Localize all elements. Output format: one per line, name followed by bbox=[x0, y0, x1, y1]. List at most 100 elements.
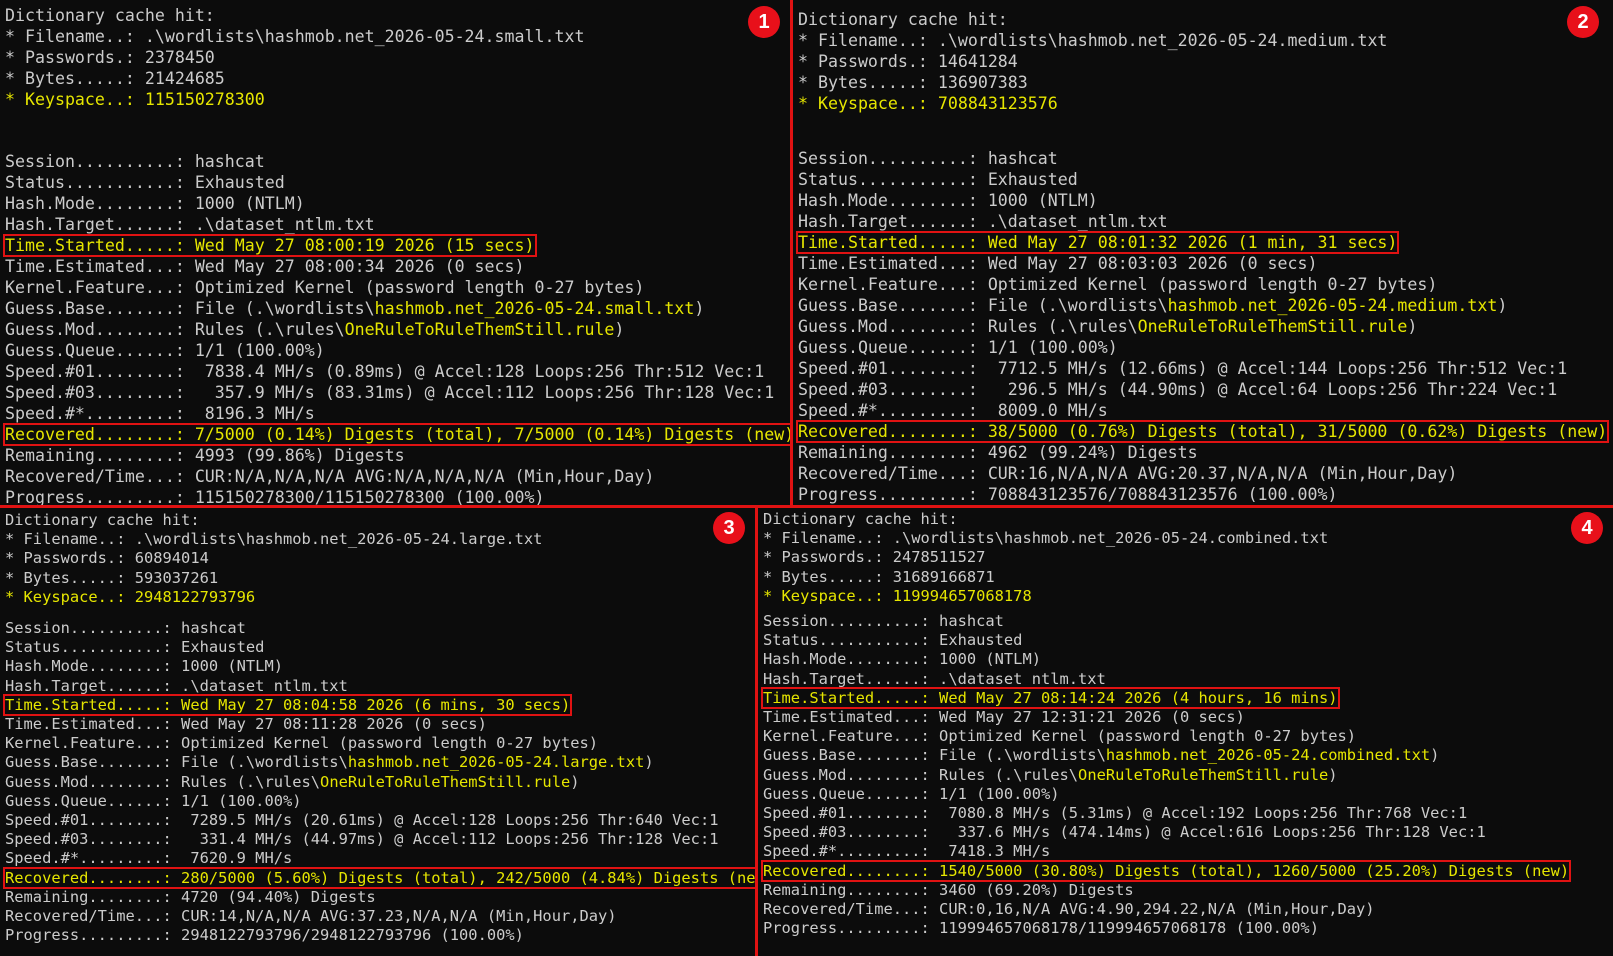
filename-line: * Filename..: .\wordlists\hashmob.net_20… bbox=[5, 530, 542, 549]
time-estimated-line: Time.Estimated...: Wed May 27 08:11:28 2… bbox=[5, 715, 487, 734]
hash-target-line: Hash.Target......: .\dataset_ntlm.txt bbox=[5, 214, 375, 235]
kernel-feature-line: Kernel.Feature...: Optimized Kernel (pas… bbox=[5, 734, 598, 753]
session-text: Session..........: hashcat bbox=[5, 152, 265, 171]
hash-mode-line: Hash.Mode........: 1000 (NTLM) bbox=[5, 193, 305, 214]
speed-all-line: Speed.#*.........: 8196.3 MH/s bbox=[5, 403, 315, 424]
guess-base-label: Guess.Base.......: File (.\wordlists\ bbox=[798, 296, 1168, 315]
recovered-time-text: Recovered/Time...: CUR:16,N/A,N/A AVG:20… bbox=[798, 464, 1458, 483]
guess-mod-label: Guess.Mod........: Rules (.\rules\ bbox=[5, 772, 321, 791]
status-text: Status...........: Exhausted bbox=[5, 638, 265, 657]
guess-base-line: Guess.Base.......: File (.\wordlists\has… bbox=[5, 753, 654, 772]
guess-mod-line: Guess.Mod........: Rules (.\rules\OneRul… bbox=[798, 316, 1417, 337]
filename-text: * Filename..: .\wordlists\hashmob.net_20… bbox=[5, 27, 585, 46]
time-estimated-text: Time.Estimated...: Wed May 27 08:00:34 2… bbox=[5, 257, 525, 276]
recovered-time-text: Recovered/Time...: CUR:N/A,N/A,N/A AVG:N… bbox=[5, 467, 655, 486]
closing-paren: ) bbox=[1430, 746, 1440, 765]
keyspace-line: * Keyspace..: 2948122793796 bbox=[5, 588, 255, 607]
guess-base-filename: hashmob.net_2026-05-24.small.txt bbox=[374, 299, 695, 318]
speed-03-text: Speed.#03........: 357.9 MH/s (83.31ms) … bbox=[5, 383, 775, 402]
filename-text: * Filename..: .\wordlists\hashmob.net_20… bbox=[5, 530, 543, 549]
passwords-line: * Passwords.: 60894014 bbox=[5, 549, 209, 568]
passwords-text: * Passwords.: 14641284 bbox=[798, 52, 1018, 71]
time-started-text: Time.Started.....: Wed May 27 08:00:19 2… bbox=[3, 234, 537, 257]
closing-paren: ) bbox=[570, 772, 580, 791]
filename-text: * Filename..: .\wordlists\hashmob.net_20… bbox=[798, 31, 1388, 50]
filename-text: * Filename..: .\wordlists\hashmob.net_20… bbox=[763, 529, 1329, 548]
guess-mod-filename: OneRuleToRuleThemStill.rule bbox=[344, 320, 615, 339]
time-estimated-text: Time.Estimated...: Wed May 27 08:03:03 2… bbox=[798, 254, 1318, 273]
guess-queue-line: Guess.Queue......: 1/1 (100.00%) bbox=[5, 340, 325, 361]
speed-all-text: Speed.#*.........: 8196.3 MH/s bbox=[5, 404, 315, 423]
speed-01-line: Speed.#01........: 7289.5 MH/s (20.61ms)… bbox=[5, 811, 718, 830]
bytes-text: * Bytes.....: 31689166871 bbox=[763, 567, 995, 586]
time-estimated-text: Time.Estimated...: Wed May 27 08:11:28 2… bbox=[5, 715, 487, 733]
session-line: Session..........: hashcat bbox=[763, 612, 1004, 631]
speed-01-text: Speed.#01........: 7838.4 MH/s (0.89ms) … bbox=[5, 362, 765, 381]
guess-queue-line: Guess.Queue......: 1/1 (100.00%) bbox=[5, 792, 302, 811]
guess-base-line: Guess.Base.......: File (.\wordlists\has… bbox=[763, 746, 1439, 765]
status-line: Status...........: Exhausted bbox=[5, 172, 285, 193]
terminal-pane-4[interactable]: 4 Dictionary cache hit: * Filename..: .\wo… bbox=[758, 508, 1613, 956]
terminal-pane-3[interactable]: 3 Dictionary cache hit: * Filename..: .\wo… bbox=[0, 508, 755, 956]
filename-line: * Filename..: .\wordlists\hashmob.net_20… bbox=[5, 26, 584, 47]
remaining-text: Remaining........: 3460 (69.20%) Digests bbox=[763, 880, 1134, 899]
recovered-line: Recovered........: 38/5000 (0.76%) Diges… bbox=[795, 420, 1610, 443]
pane-number-badge: 3 bbox=[713, 512, 745, 544]
status-line: Status...........: Exhausted bbox=[798, 169, 1078, 190]
recovered-time-text: Recovered/Time...: CUR:14,N/A,N/A AVG:37… bbox=[5, 907, 617, 925]
recovered-line: Recovered........: 7/5000 (0.14%) Digest… bbox=[2, 423, 790, 446]
speed-all-line: Speed.#*.........: 7418.3 MH/s bbox=[763, 842, 1050, 861]
hash-mode-text: Hash.Mode........: 1000 (NTLM) bbox=[763, 650, 1041, 669]
session-line: Session..........: hashcat bbox=[5, 619, 246, 638]
recovered-time-line: Recovered/Time...: CUR:14,N/A,N/A AVG:37… bbox=[5, 907, 617, 926]
guess-queue-line: Guess.Queue......: 1/1 (100.00%) bbox=[763, 785, 1060, 804]
remaining-line: Remaining........: 4962 (99.24%) Digests bbox=[798, 442, 1198, 463]
filename-line: * Filename..: .\wordlists\hashmob.net_20… bbox=[763, 529, 1328, 548]
guess-mod-line: Guess.Mod........: Rules (.\rules\OneRul… bbox=[5, 319, 624, 340]
hash-target-text: Hash.Target......: .\dataset_ntlm.txt bbox=[798, 212, 1168, 231]
speed-all-line: Speed.#*.........: 8009.0 MH/s bbox=[798, 400, 1108, 421]
guess-queue-line: Guess.Queue......: 1/1 (100.00%) bbox=[798, 337, 1118, 358]
bytes-line: * Bytes.....: 31689166871 bbox=[763, 568, 995, 587]
hash-target-text: Hash.Target......: .\dataset_ntlm.txt bbox=[5, 676, 348, 695]
closing-paren: ) bbox=[694, 299, 705, 318]
time-estimated-line: Time.Estimated...: Wed May 27 08:00:34 2… bbox=[5, 256, 525, 277]
guess-mod-label: Guess.Mod........: Rules (.\rules\ bbox=[5, 320, 345, 339]
progress-line: Progress.........: 119994657068178/11999… bbox=[763, 919, 1319, 938]
terminal-pane-1[interactable]: 1 Dictionary cache hit: * Filename..: .\wo… bbox=[0, 0, 790, 505]
time-started-line: Time.Started.....: Wed May 27 08:00:19 2… bbox=[3, 234, 537, 257]
speed-03-line: Speed.#03........: 331.4 MH/s (44.97ms) … bbox=[5, 830, 718, 849]
recovered-text: Recovered........: 7/5000 (0.14%) Digest… bbox=[2, 423, 790, 446]
time-estimated-text: Time.Estimated...: Wed May 27 12:31:21 2… bbox=[763, 708, 1245, 726]
guess-queue-text: Guess.Queue......: 1/1 (100.00%) bbox=[5, 341, 325, 360]
recovered-time-line: Recovered/Time...: CUR:N/A,N/A,N/A AVG:N… bbox=[5, 466, 654, 487]
recovered-text: Recovered........: 280/5000 (5.60%) Dige… bbox=[2, 866, 755, 889]
closing-paren: ) bbox=[1328, 765, 1338, 784]
progress-text: Progress.........: 2948122793796/2948122… bbox=[5, 926, 524, 945]
bytes-text: * Bytes.....: 21424685 bbox=[5, 69, 225, 88]
closing-paren: ) bbox=[1407, 317, 1418, 336]
recovered-line: Recovered........: 1540/5000 (30.80%) Di… bbox=[760, 859, 1572, 882]
time-started-line: Time.Started.....: Wed May 27 08:04:58 2… bbox=[2, 693, 573, 716]
passwords-line: * Passwords.: 2478511527 bbox=[763, 548, 985, 567]
status-line: Status...........: Exhausted bbox=[763, 631, 1022, 650]
speed-03-text: Speed.#03........: 337.6 MH/s (474.14ms)… bbox=[763, 823, 1486, 842]
guess-mod-filename: OneRuleToRuleThemStill.rule bbox=[1078, 765, 1329, 784]
remaining-line: Remaining........: 4993 (99.86%) Digests bbox=[5, 445, 405, 466]
keyspace-text: * Keyspace..: 2948122793796 bbox=[5, 587, 256, 606]
progress-text: Progress.........: 708843123576/70884312… bbox=[798, 485, 1338, 504]
keyspace-text: * Keyspace..: 115150278300 bbox=[5, 90, 265, 109]
hash-mode-text: Hash.Mode........: 1000 (NTLM) bbox=[5, 194, 305, 213]
hash-target-line: Hash.Target......: .\dataset_ntlm.txt bbox=[763, 670, 1106, 689]
progress-line: Progress.........: 115150278300/11515027… bbox=[5, 487, 544, 505]
time-started-text: Time.Started.....: Wed May 27 08:04:58 2… bbox=[2, 693, 573, 716]
kernel-feature-text: Kernel.Feature...: Optimized Kernel (pas… bbox=[5, 734, 599, 753]
progress-line: Progress.........: 2948122793796/2948122… bbox=[5, 926, 524, 945]
keyspace-text: * Keyspace..: 708843123576 bbox=[798, 94, 1058, 113]
speed-all-text: Speed.#*.........: 7620.9 MH/s bbox=[5, 849, 293, 868]
passwords-line: * Passwords.: 14641284 bbox=[798, 51, 1018, 72]
keyspace-text: * Keyspace..: 119994657068178 bbox=[763, 586, 1032, 605]
terminal-pane-2[interactable]: 2 Dictionary cache hit: * Filename..: .\wo… bbox=[793, 0, 1613, 505]
kernel-feature-line: Kernel.Feature...: Optimized Kernel (pas… bbox=[798, 274, 1437, 295]
status-text: Status...........: Exhausted bbox=[763, 631, 1023, 650]
